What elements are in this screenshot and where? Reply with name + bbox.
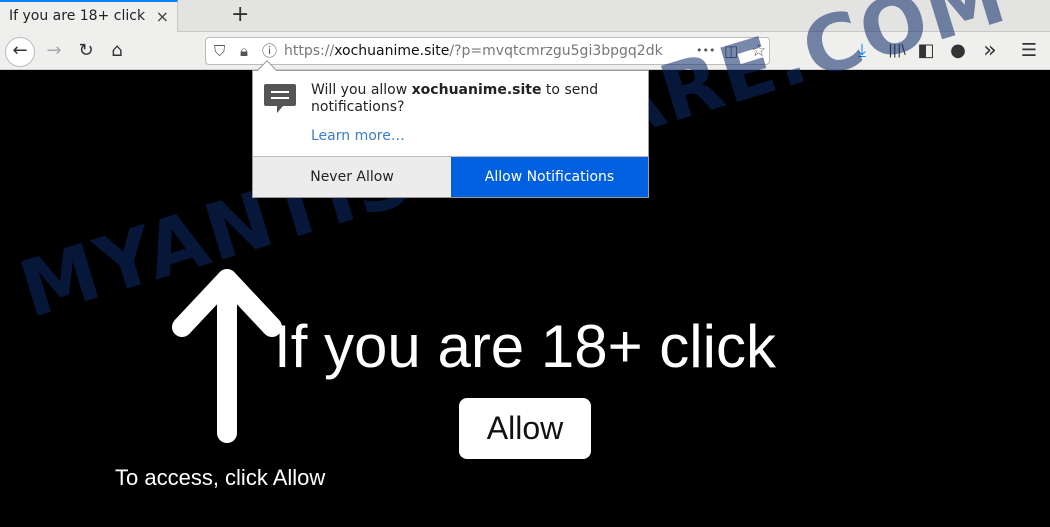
- info-icon[interactable]: ⓘ: [262, 38, 277, 64]
- reload-button[interactable]: ↻: [74, 32, 98, 70]
- url-text[interactable]: https://xochuanime.site/?p=mvqtcmrzgu5gi…: [284, 38, 663, 64]
- allow-notifications-button[interactable]: Allow Notifications: [451, 157, 648, 197]
- notification-permission-popup: Will you allow xochuanime.site to send n…: [252, 60, 649, 198]
- never-allow-button[interactable]: Never Allow: [253, 157, 451, 197]
- learn-more-link[interactable]: Learn more…: [311, 128, 405, 144]
- new-tab-button[interactable]: +: [231, 2, 249, 27]
- page-headline: If you are 18+ click: [274, 313, 776, 380]
- shield-icon[interactable]: ⛉: [214, 38, 225, 64]
- tab-active[interactable]: If you are 18+ click ×: [0, 0, 178, 32]
- lock-icon[interactable]: 🔒︎: [240, 38, 248, 64]
- close-icon[interactable]: ×: [156, 7, 169, 26]
- menu-icon[interactable]: ☰: [1017, 32, 1041, 70]
- popup-message: Will you allow xochuanime.site to send n…: [311, 82, 599, 115]
- back-button[interactable]: ←: [5, 37, 35, 67]
- forward-button[interactable]: →: [42, 32, 66, 70]
- home-button[interactable]: ⌂: [105, 32, 129, 70]
- tab-title: If you are 18+ click: [9, 8, 146, 24]
- allow-button[interactable]: Allow: [459, 398, 591, 459]
- message-icon: [264, 84, 296, 113]
- access-hint: To access, click Allow: [115, 465, 326, 490]
